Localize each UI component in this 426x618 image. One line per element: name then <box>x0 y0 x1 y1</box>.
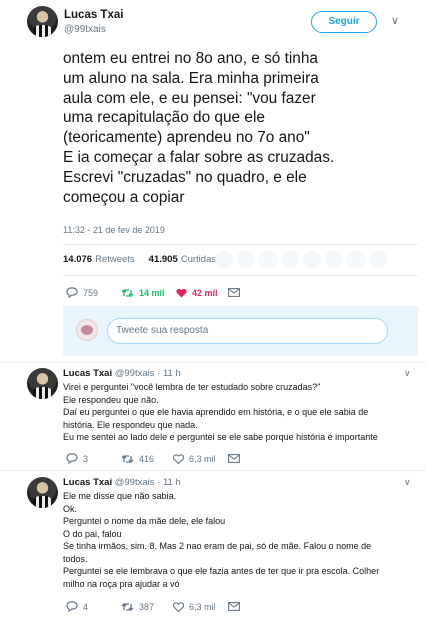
reply-author-name[interactable]: Lucas Txai <box>63 368 112 379</box>
user-avatar <box>76 319 98 341</box>
retweets-count[interactable]: 14.076 <box>63 254 92 265</box>
divider <box>0 470 426 471</box>
heart-icon <box>173 601 184 612</box>
author-handle[interactable]: @99txais <box>64 24 106 35</box>
tweet-timestamp[interactable]: 11:32 - 21 de fev de 2019 <box>63 225 165 235</box>
liker-avatars <box>215 250 387 268</box>
chevron-down-icon[interactable]: ∨ <box>391 14 399 27</box>
reply-action[interactable]: 3 <box>66 453 121 464</box>
reply-time[interactable]: · 11 h <box>157 477 181 488</box>
like-action[interactable]: 6,3 mil <box>173 454 228 464</box>
reply-header: Lucas Txai @99txais · 11 h <box>63 368 181 379</box>
reply-input[interactable]: Tweete sua resposta <box>107 318 388 344</box>
heart-icon <box>176 288 187 297</box>
like-count: 42 mil <box>192 287 218 298</box>
likes-count[interactable]: 41.905 <box>149 254 178 265</box>
reply-count: 759 <box>83 287 99 298</box>
reply-time[interactable]: · 11 h <box>157 368 181 379</box>
tweet-actions: 759 14 mil 42 mil <box>66 287 240 298</box>
chevron-down-icon[interactable]: ∨ <box>404 477 411 488</box>
mail-icon <box>228 454 240 463</box>
retweet-count: 416 <box>139 453 155 464</box>
liker-avatar[interactable] <box>237 250 255 268</box>
retweet-count: 387 <box>139 601 155 612</box>
divider <box>0 362 426 363</box>
reply-actions: 4 387 6,3 mil <box>66 601 240 612</box>
divider <box>63 244 418 245</box>
liker-avatar[interactable] <box>281 250 299 268</box>
mail-icon <box>228 288 240 297</box>
reply-icon <box>66 287 78 298</box>
reply-icon <box>66 601 78 612</box>
reply-author-handle[interactable]: @99txais <box>115 477 155 488</box>
tweet-stats: 14.076 Retweets 41.905 Curtidas <box>63 254 216 265</box>
retweet-icon <box>121 602 134 611</box>
tweet-text: ontem eu entrei no 8o ano, e só tinha um… <box>63 50 335 206</box>
reply-header: Lucas Txai @99txais · 11 h <box>63 477 181 488</box>
direct-message-action[interactable] <box>228 602 240 611</box>
direct-message-action[interactable] <box>228 454 240 463</box>
reply-action[interactable]: 759 <box>66 287 121 298</box>
avatar[interactable] <box>27 368 58 399</box>
author-name[interactable]: Lucas Txai <box>64 9 123 21</box>
direct-message-action[interactable] <box>228 288 240 297</box>
reply-tweet[interactable]: Lucas Txai @99txais · 11 h ∨ Ele me diss… <box>0 477 426 597</box>
reply-count: 4 <box>83 601 89 612</box>
reply-action[interactable]: 4 <box>66 601 121 612</box>
reply-author-name[interactable]: Lucas Txai <box>63 477 112 488</box>
follow-button[interactable]: Seguir <box>311 11 377 33</box>
retweet-action[interactable]: 14 mil <box>121 288 176 298</box>
liker-avatar[interactable] <box>347 250 365 268</box>
reply-actions: 3 416 6,3 mil <box>66 453 240 464</box>
retweet-icon <box>121 288 134 297</box>
chevron-down-icon[interactable]: ∨ <box>404 368 411 379</box>
like-count: 6,3 mil <box>189 601 216 612</box>
retweet-action[interactable]: 387 <box>121 602 173 612</box>
like-count: 6,3 mil <box>189 453 216 464</box>
like-action[interactable]: 6,3 mil <box>173 602 228 612</box>
avatar[interactable] <box>27 477 58 508</box>
liker-avatar[interactable] <box>303 250 321 268</box>
reply-text: Ele me disse que não sabia. Ok. Pergunte… <box>63 491 380 589</box>
reply-author-handle[interactable]: @99txais <box>115 368 155 379</box>
avatar[interactable] <box>27 6 58 37</box>
reply-icon <box>66 453 78 464</box>
retweet-count: 14 mil <box>139 287 165 298</box>
liker-avatar[interactable] <box>325 250 343 268</box>
reply-text: Virei e perguntei "você lembra de ter es… <box>63 382 378 442</box>
reply-count: 3 <box>83 453 89 464</box>
mail-icon <box>228 602 240 611</box>
likes-label[interactable]: Curtidas <box>181 254 216 265</box>
retweet-action[interactable]: 416 <box>121 454 173 464</box>
liker-avatar[interactable] <box>215 250 233 268</box>
liker-avatar[interactable] <box>369 250 387 268</box>
divider <box>63 275 418 276</box>
retweets-label[interactable]: Retweets <box>95 254 135 265</box>
heart-icon <box>173 453 184 464</box>
retweet-icon <box>121 454 134 463</box>
tweet-header: Lucas Txai @99txais Seguir ∨ <box>0 0 426 50</box>
liker-avatar[interactable] <box>259 250 277 268</box>
like-action[interactable]: 42 mil <box>176 288 228 298</box>
